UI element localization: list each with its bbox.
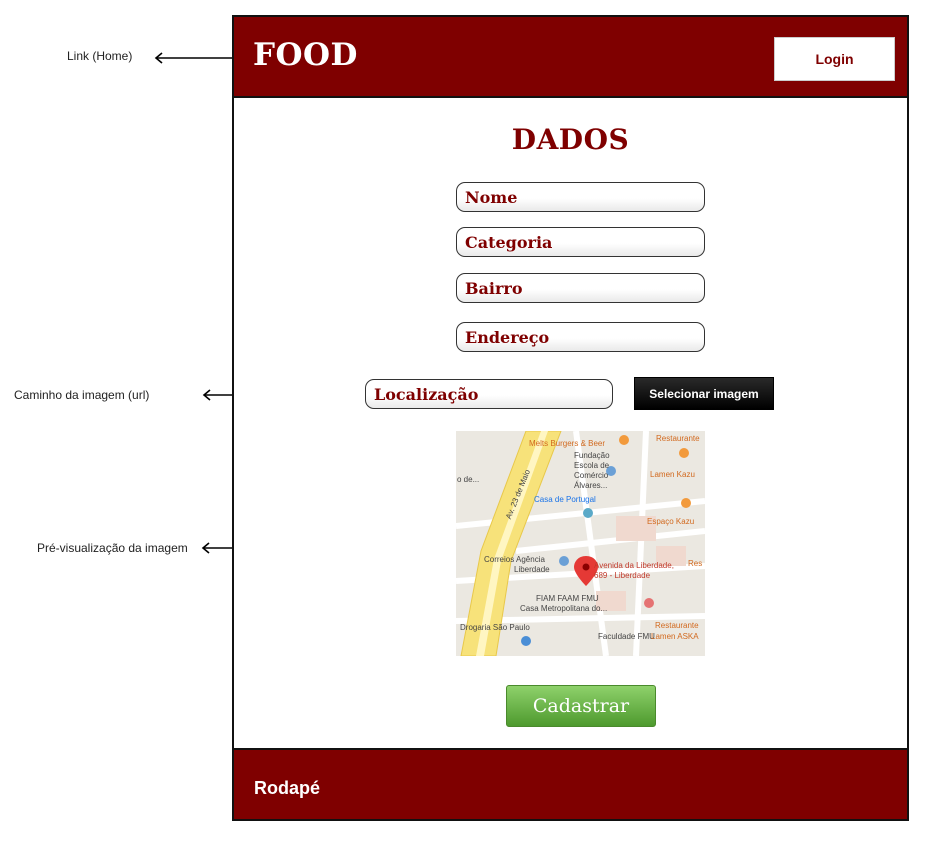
image-preview-map: Melts Burgers & Beer Restaurante Fundaçã…: [456, 431, 705, 656]
map-label: Álvares...: [574, 481, 608, 490]
map-label: Melts Burgers & Beer: [529, 439, 606, 448]
localizacao-input[interactable]: [365, 379, 613, 409]
map-label: Casa de Portugal: [534, 495, 596, 504]
map-label: Correios Agência: [484, 555, 545, 564]
page-frame: FOOD Login DADOS Selecionar imagem: [232, 15, 909, 821]
map-label: Lamen ASKA: [651, 632, 699, 641]
bairro-input[interactable]: [456, 273, 705, 303]
submit-button[interactable]: Cadastrar: [506, 685, 656, 727]
select-image-button[interactable]: Selecionar imagem: [634, 377, 774, 410]
map-pin-label: 689 - Liberdade: [594, 571, 651, 580]
map-label: Res: [688, 559, 703, 568]
map-label: o de...: [457, 475, 480, 484]
map-label: Restaurante: [656, 434, 700, 443]
map-label: Comércio: [574, 471, 609, 480]
map-label: Espaço Kazu: [647, 517, 695, 526]
categoria-input[interactable]: [456, 227, 705, 257]
map-label: Escola de: [574, 461, 610, 470]
map-label: Restaurante: [655, 621, 699, 630]
home-link[interactable]: FOOD: [253, 37, 358, 73]
map-label: Fundação: [574, 451, 610, 460]
page-title: DADOS: [511, 123, 630, 156]
map-label: Liberdade: [514, 565, 550, 574]
login-button[interactable]: Login: [774, 37, 895, 81]
nome-input[interactable]: [456, 182, 705, 212]
map-label: Faculdade FMU: [598, 632, 655, 641]
endereco-input[interactable]: [456, 322, 705, 352]
map-pin-label: Avenida da Liberdade,: [594, 561, 674, 570]
footer: Rodapé: [234, 748, 907, 819]
header: FOOD Login: [234, 17, 907, 98]
map-label: Lamen Kazu: [650, 470, 695, 479]
map-label: Casa Metropolitana do...: [520, 604, 608, 613]
map-label: FIAM FAAM FMU: [536, 594, 599, 603]
footer-text: Rodapé: [254, 778, 321, 798]
map-label: Drogaria São Paulo: [460, 623, 530, 632]
